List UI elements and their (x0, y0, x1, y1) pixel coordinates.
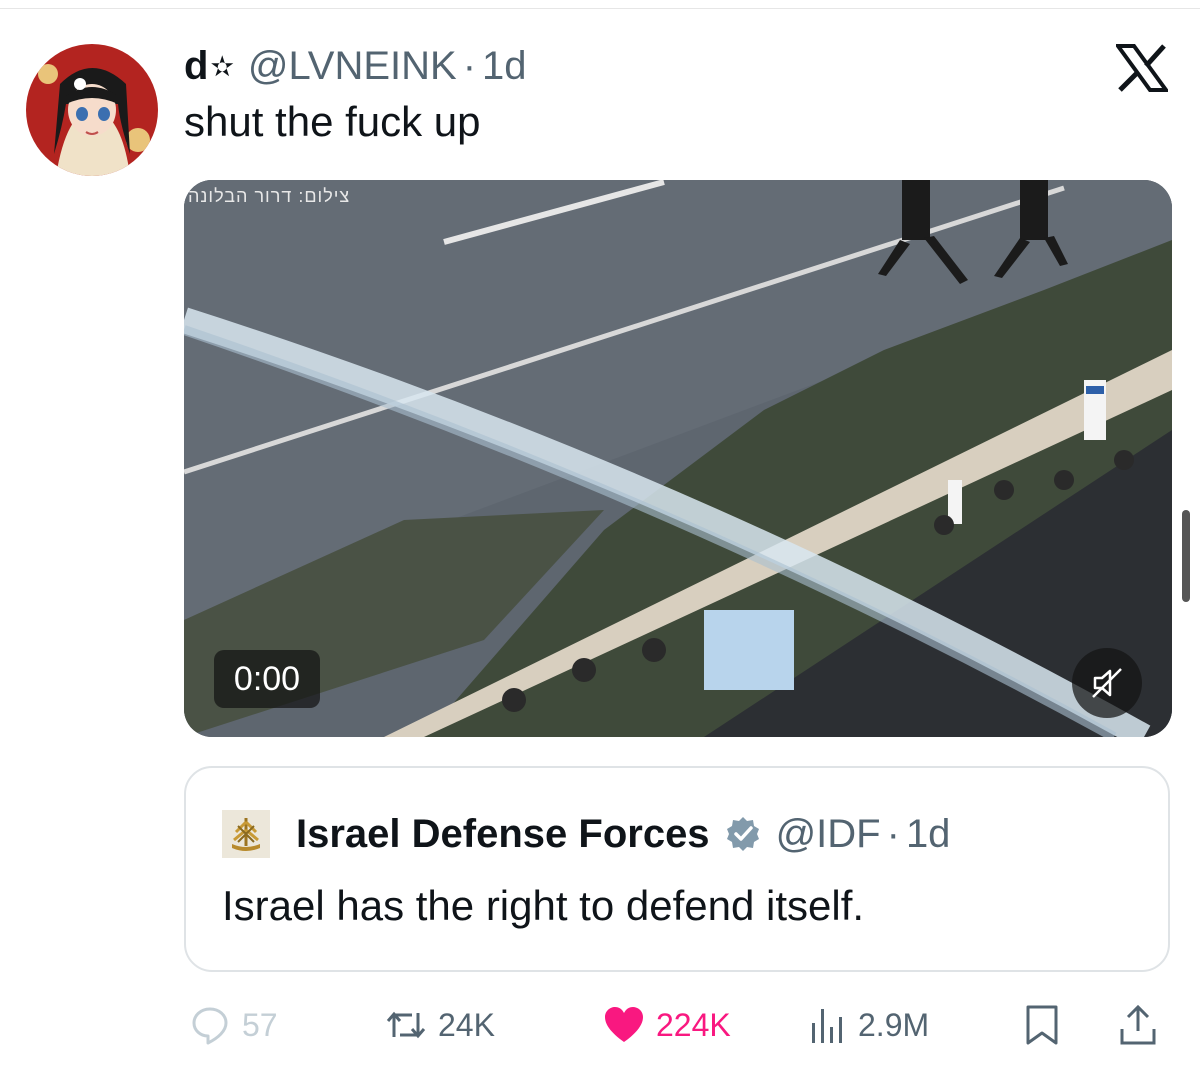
action-bar: 57 24K 224K 2.9M (184, 1000, 1174, 1050)
quote-header: Israel Defense Forces @IDF · 1d (296, 806, 950, 862)
scrollbar[interactable] (1182, 510, 1190, 602)
tweet-header: d ✫ @LVNEINK · 1d (184, 40, 527, 92)
retweet-count: 24K (438, 1006, 495, 1043)
verified-badge-icon (726, 817, 759, 851)
retweet-icon (386, 1011, 426, 1039)
quote-handle[interactable]: @IDF (776, 812, 881, 857)
retweet-button[interactable]: 24K (384, 1000, 495, 1050)
top-divider (0, 8, 1200, 9)
quote-display-name[interactable]: Israel Defense Forces (296, 812, 710, 857)
bookmark-icon (1026, 1005, 1058, 1045)
reply-button[interactable]: 57 (188, 1000, 278, 1050)
video-watermark: צילום: דרור הבלונה (188, 186, 351, 206)
quoted-tweet[interactable]: Israel Defense Forces @IDF · 1d Israel h… (184, 766, 1170, 972)
share-icon (1120, 1004, 1156, 1045)
tweet-time[interactable]: 1d (482, 44, 527, 89)
video-timestamp: 0:00 (214, 650, 320, 708)
views-button[interactable]: 2.9M (804, 1000, 929, 1050)
quote-text: Israel has the right to defend itself. (222, 882, 865, 929)
tweet-text: shut the fuck up (184, 98, 481, 145)
reply-icon (192, 1007, 228, 1045)
like-count: 224K (656, 1006, 731, 1043)
idf-avatar[interactable] (222, 810, 270, 858)
heart-icon (605, 1007, 643, 1042)
views-icon (812, 1009, 842, 1043)
video-frame (184, 180, 1172, 737)
reply-count: 57 (242, 1006, 278, 1043)
display-name[interactable]: d (184, 44, 208, 89)
separator-dot: · (462, 43, 477, 88)
x-logo-icon (1114, 44, 1170, 92)
user-handle[interactable]: @LVNEINK (248, 44, 457, 89)
video-player[interactable]: צילום: דרור הבלונה 0:00 (184, 180, 1172, 737)
quote-time[interactable]: 1d (906, 812, 951, 857)
like-button[interactable]: 224K (602, 1000, 731, 1050)
mute-button[interactable] (1072, 648, 1142, 718)
views-count: 2.9M (858, 1006, 930, 1043)
quote-separator-dot: · (886, 811, 900, 856)
share-button[interactable] (1116, 1000, 1160, 1050)
avatar[interactable] (26, 44, 158, 176)
muted-speaker-icon (1092, 668, 1122, 698)
name-star-icon: ✫ (210, 50, 234, 82)
bookmark-button[interactable] (1020, 1000, 1064, 1050)
